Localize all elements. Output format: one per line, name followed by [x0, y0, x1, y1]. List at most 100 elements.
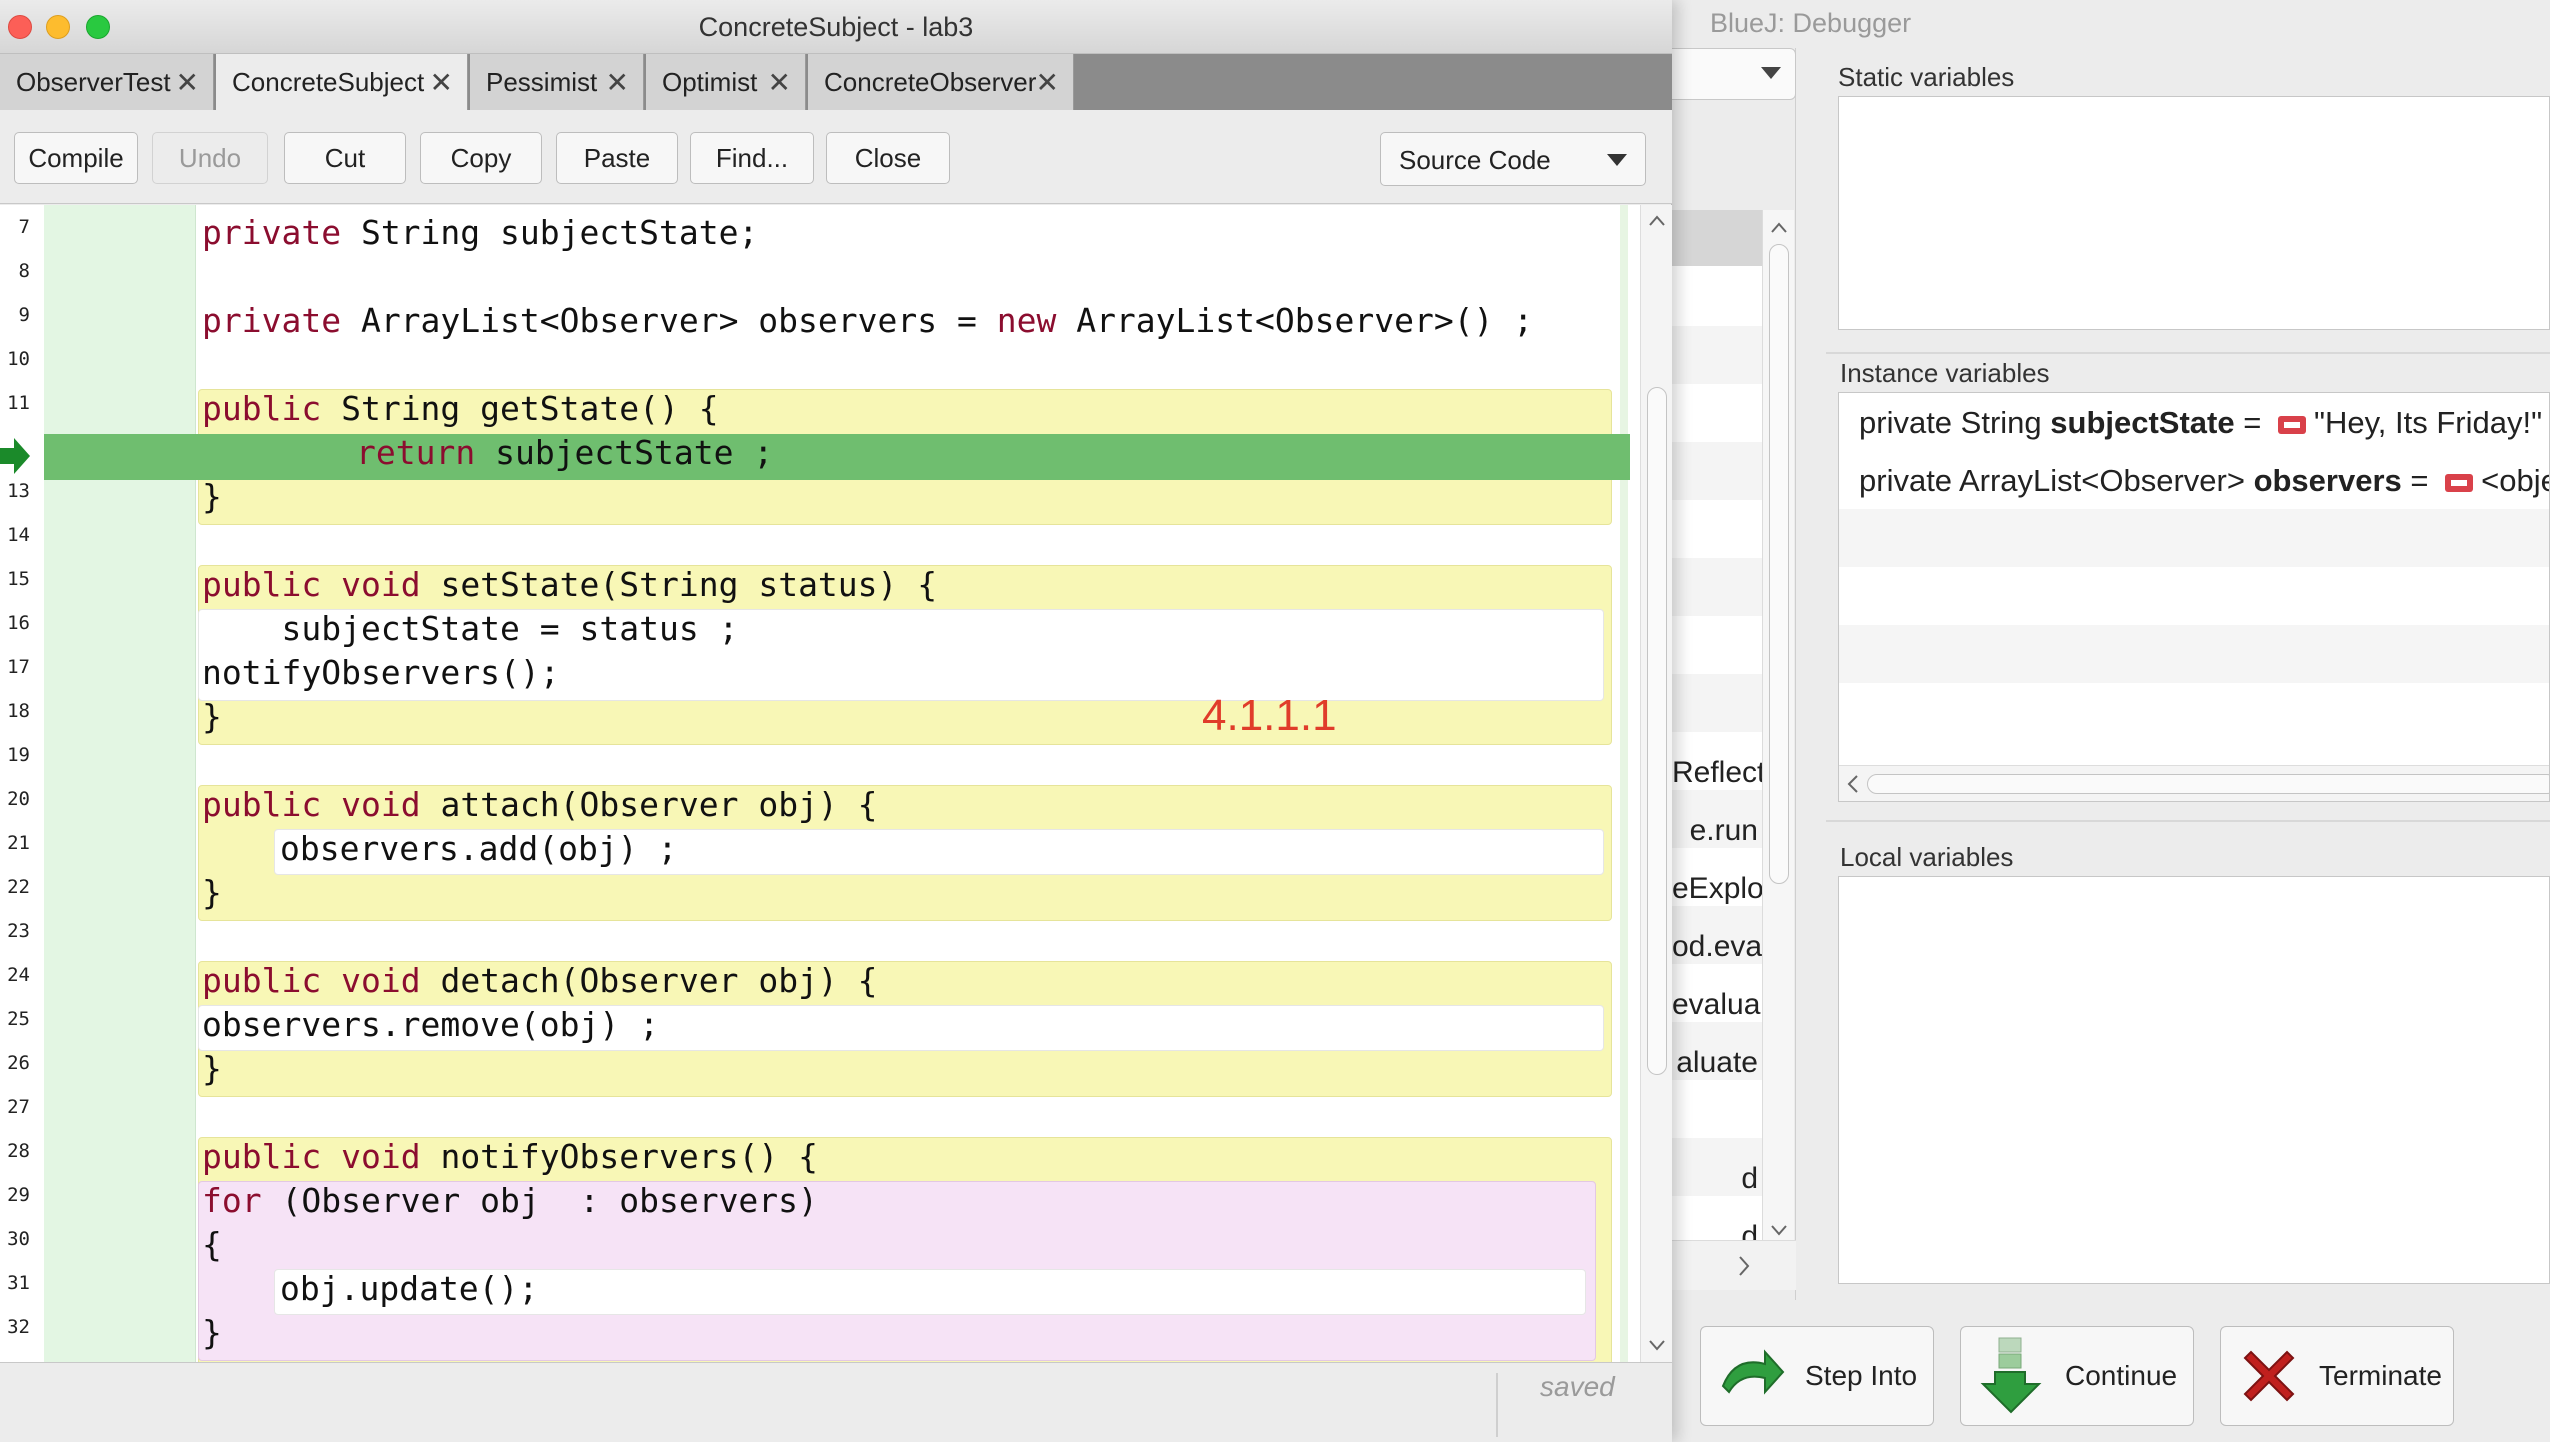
- code-line[interactable]: }: [202, 1313, 222, 1352]
- chevron-down-icon[interactable]: [1641, 1331, 1672, 1359]
- close-button[interactable]: Close: [826, 132, 950, 184]
- call-stack-item[interactable]: od.eval: [1672, 918, 1762, 976]
- compile-button[interactable]: Compile: [14, 132, 138, 184]
- chevron-down-icon: [1607, 154, 1627, 166]
- tab-optimist[interactable]: Optimist ✕: [646, 54, 806, 110]
- chevron-down-icon: [1761, 67, 1781, 79]
- call-stack-item[interactable]: Reflect: [1672, 744, 1762, 802]
- code-line[interactable]: public void detach(Observer obj) {: [202, 961, 878, 1000]
- static-variables-list[interactable]: [1838, 96, 2550, 330]
- call-stack-selected-row[interactable]: [1672, 210, 1762, 266]
- execution-arrow-icon: [0, 438, 30, 474]
- line-number: 18: [7, 700, 30, 722]
- chevron-left-icon[interactable]: [1841, 766, 1865, 802]
- tab-bar: ObserverTest ✕ ConcreteSubject ✕ Pessimist…: [0, 54, 1672, 110]
- code-line[interactable]: observers.remove(obj) ;: [202, 1005, 659, 1044]
- tab-concreteobserver[interactable]: ConcreteObserver ✕: [808, 54, 1074, 110]
- code-line[interactable]: public void notifyObservers() {: [202, 1137, 818, 1176]
- tab-observertest[interactable]: ObserverTest ✕: [0, 54, 214, 110]
- line-number: 19: [7, 744, 30, 766]
- save-status: saved: [1540, 1371, 1615, 1402]
- code-line[interactable]: public void setState(String status) {: [202, 565, 937, 604]
- call-stack-item[interactable]: d: [1672, 1208, 1762, 1240]
- scrollbar-thumb[interactable]: [1769, 244, 1789, 884]
- code-line[interactable]: notifyObservers();: [202, 653, 560, 692]
- thread-select[interactable]: [1672, 48, 1796, 100]
- step-into-icon: [1721, 1349, 1785, 1395]
- step-into-button[interactable]: Step Into: [1700, 1326, 1934, 1426]
- call-stack-list: Reflect e.run eExplos od.eval evalua alu…: [1672, 210, 1762, 1240]
- code-editor[interactable]: 7 8 9 10 11 12 13 14 15 16 17 18 19 20 2…: [0, 205, 1672, 1362]
- code-line[interactable]: obj.update();: [280, 1269, 538, 1308]
- code-line[interactable]: }: [202, 1049, 222, 1088]
- code-line[interactable]: }: [202, 477, 222, 516]
- line-number: 17: [7, 656, 30, 678]
- cut-button[interactable]: Cut: [284, 132, 406, 184]
- variable-name: subjectState: [2050, 405, 2235, 440]
- code-line[interactable]: for (Observer obj : observers): [202, 1181, 818, 1220]
- close-icon[interactable]: ✕: [606, 66, 629, 99]
- code-line[interactable]: private String subjectState;: [202, 213, 758, 252]
- call-stack-item[interactable]: d: [1672, 1150, 1762, 1208]
- line-number: 32: [7, 1316, 30, 1338]
- chevron-up-icon[interactable]: [1641, 207, 1672, 235]
- line-number: 27: [7, 1096, 30, 1118]
- line-number: 29: [7, 1184, 30, 1206]
- continue-button[interactable]: Continue: [1960, 1326, 2194, 1426]
- close-icon[interactable]: ✕: [176, 66, 199, 99]
- call-stack-scrollbar[interactable]: [1762, 210, 1794, 1250]
- instance-variable-row[interactable]: private String subjectState = "Hey, Its …: [1859, 405, 2542, 441]
- line-number: 13: [7, 480, 30, 502]
- debugger-title: BlueJ: Debugger: [1710, 8, 1912, 38]
- tab-concretesubject[interactable]: ConcreteSubject ✕: [216, 54, 468, 110]
- editor-scrollbar[interactable]: [1640, 205, 1672, 1362]
- paste-button[interactable]: Paste: [556, 132, 678, 184]
- code-line[interactable]: subjectState = status ;: [202, 609, 738, 648]
- line-number: 31: [7, 1272, 30, 1294]
- code-line[interactable]: return subjectState ;: [356, 433, 773, 472]
- instance-variables-hscrollbar[interactable]: [1839, 765, 2549, 802]
- code-line[interactable]: }: [202, 697, 222, 736]
- code-line[interactable]: observers.add(obj) ;: [280, 829, 677, 868]
- call-stack-item[interactable]: aluate: [1672, 1034, 1762, 1092]
- chevron-right-icon[interactable]: [1730, 1251, 1760, 1281]
- local-variables-list[interactable]: [1838, 876, 2550, 1284]
- instance-variables-list[interactable]: private String subjectState = "Hey, Its …: [1838, 392, 2550, 802]
- annotation-label: 4.1.1.1: [1202, 691, 1337, 740]
- call-stack-item[interactable]: evalua: [1672, 976, 1762, 1034]
- status-bar: saved: [0, 1362, 1672, 1442]
- close-icon[interactable]: ✕: [768, 66, 791, 99]
- scrollbar-thumb[interactable]: [1647, 387, 1667, 1075]
- chevron-up-icon[interactable]: [1763, 214, 1795, 242]
- call-stack-item[interactable]: eExplos: [1672, 860, 1762, 918]
- scrollbar-thumb[interactable]: [1867, 774, 2549, 794]
- code-line[interactable]: }: [202, 873, 222, 912]
- object-reference-icon: [2445, 473, 2474, 492]
- line-number: 30: [7, 1228, 30, 1250]
- title-bar: ConcreteSubject - lab3: [0, 0, 1672, 54]
- instance-variable-row[interactable]: private ArrayList<Observer> observers = …: [1859, 463, 2549, 499]
- code-line[interactable]: public String getState() {: [202, 389, 719, 428]
- close-icon[interactable]: ✕: [430, 66, 453, 99]
- line-number: 16: [7, 612, 30, 634]
- breakpoint-column[interactable]: [44, 205, 196, 1362]
- call-stack-item[interactable]: e.run: [1672, 802, 1762, 860]
- line-number: 28: [7, 1140, 30, 1162]
- view-select[interactable]: Source Code: [1380, 132, 1646, 186]
- call-stack-hscrollbar[interactable]: [1672, 1240, 1796, 1290]
- line-number: 7: [18, 216, 30, 238]
- close-icon[interactable]: ✕: [1036, 66, 1059, 99]
- copy-button[interactable]: Copy: [420, 132, 542, 184]
- code-line[interactable]: private ArrayList<Observer> observers = …: [202, 301, 1533, 340]
- editor-toolbar: Compile Undo Cut Copy Paste Find... Clos…: [0, 110, 1672, 204]
- line-number: 8: [18, 260, 30, 282]
- tab-pessimist[interactable]: Pessimist ✕: [470, 54, 644, 110]
- terminate-button[interactable]: Terminate: [2220, 1326, 2454, 1426]
- undo-button[interactable]: Undo: [152, 132, 268, 184]
- find-button[interactable]: Find...: [690, 132, 814, 184]
- line-number: 26: [7, 1052, 30, 1074]
- variable-value: <obje: [2481, 463, 2549, 498]
- code-line[interactable]: public void attach(Observer obj) {: [202, 785, 878, 824]
- line-number: 23: [7, 920, 30, 942]
- code-line[interactable]: {: [202, 1225, 222, 1264]
